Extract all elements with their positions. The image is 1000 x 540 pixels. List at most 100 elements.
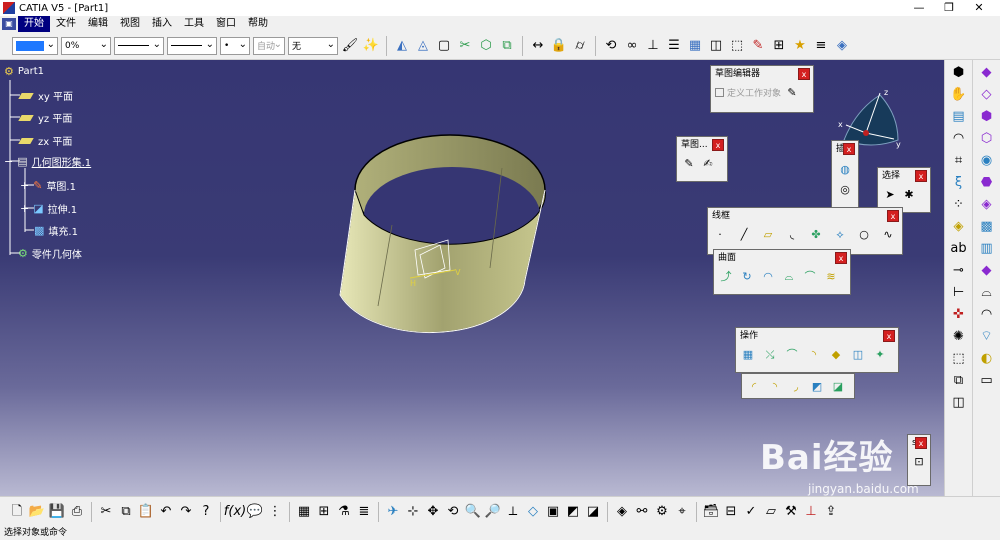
cylinder-icon[interactable]: ⌭: [571, 37, 589, 55]
tree-item-body[interactable]: ⚙ 零件几何体: [18, 246, 82, 261]
collapse-icon[interactable]: −: [4, 155, 13, 168]
circle-icon[interactable]: ○: [856, 226, 872, 242]
panel-title[interactable]: 操作 x: [736, 328, 898, 344]
grid-icon[interactable]: ☰: [665, 37, 683, 55]
apply-icon[interactable]: ✓: [742, 503, 760, 521]
trim-icon[interactable]: ◝: [806, 346, 822, 362]
rtool-camera-icon[interactable]: ◫: [948, 392, 970, 412]
material-icon[interactable]: ◈: [613, 503, 631, 521]
rtool-arc-icon[interactable]: ◠: [948, 128, 970, 148]
rtool-bulb-icon[interactable]: ✺: [948, 326, 970, 346]
measure-icon[interactable]: ✎: [749, 37, 767, 55]
analysis-icon[interactable]: ⚯: [633, 503, 651, 521]
rtool2-slot-icon[interactable]: ◈: [976, 194, 998, 214]
tree-item-zx-plane[interactable]: zx 平面: [18, 133, 72, 148]
rtool-ruler-icon[interactable]: ⊢: [948, 282, 970, 302]
cut-clip-icon[interactable]: ✂: [97, 503, 115, 521]
panel-title[interactable]: 草图... x: [677, 137, 727, 153]
axis-icon[interactable]: ⊥: [644, 37, 662, 55]
rtool2-stiffener-icon[interactable]: ▩: [976, 216, 998, 236]
stack-icon[interactable]: ≡: [812, 37, 830, 55]
tree-item-fill[interactable]: ▩ 填充.1: [34, 223, 78, 238]
expand-icon[interactable]: +: [20, 202, 29, 215]
iso-view-icon[interactable]: ◇: [524, 503, 542, 521]
sketch-position-icon[interactable]: ◬: [414, 37, 432, 55]
select-icon[interactable]: ⬚: [728, 37, 746, 55]
paint-icon[interactable]: 🖌: [341, 37, 359, 55]
select-tools-icon[interactable]: ✱: [901, 186, 917, 202]
close-icon[interactable]: x: [712, 139, 724, 151]
tritangent-icon[interactable]: ◩: [809, 378, 825, 394]
point-select[interactable]: •: [220, 36, 250, 55]
rtool2-shaft-icon[interactable]: ⬢: [976, 106, 998, 126]
split-icon[interactable]: ⤯: [762, 346, 778, 362]
pan-icon[interactable]: ✥: [424, 503, 442, 521]
panel-title[interactable]: 线框 x: [708, 208, 902, 224]
save-icon[interactable]: 💾: [48, 503, 66, 521]
menu-insert[interactable]: 插入: [146, 16, 178, 32]
panel-title[interactable]: 曲面 x: [714, 250, 850, 266]
join-icon[interactable]: ▦: [740, 346, 756, 362]
restore-button[interactable]: ❐: [934, 0, 964, 16]
extrude-surface-icon[interactable]: ⤴: [718, 268, 734, 284]
rtool2-groove-icon[interactable]: ⬡: [976, 128, 998, 148]
close-icon[interactable]: x: [915, 437, 927, 449]
rtool-hand-icon[interactable]: ✋: [948, 84, 970, 104]
update-icon[interactable]: ⋮: [266, 503, 284, 521]
tree-item-yz-plane[interactable]: yz 平面: [18, 110, 72, 125]
tree-item-sketch[interactable]: + ✎ 草图.1: [20, 178, 76, 193]
menu-edit[interactable]: 编辑: [82, 16, 114, 32]
solid-icon[interactable]: ⬡: [477, 37, 495, 55]
whats-this-icon[interactable]: ?: [197, 503, 215, 521]
tree-item-xy-plane[interactable]: xy 平面: [18, 88, 73, 103]
sketch-icon[interactable]: ◭: [393, 37, 411, 55]
menu-help[interactable]: 帮助: [242, 16, 274, 32]
edit-sketch-icon[interactable]: ✎: [784, 84, 800, 100]
menu-file[interactable]: 文件: [50, 16, 82, 32]
rtool2-loft-icon[interactable]: ▥: [976, 238, 998, 258]
fold-icon[interactable]: ⊟: [722, 503, 740, 521]
rtool2-rib-icon[interactable]: ⬣: [976, 172, 998, 192]
rtool2-shell-icon[interactable]: ◐: [976, 348, 998, 368]
zoom-in-icon[interactable]: 🔍: [464, 503, 482, 521]
globe-icon[interactable]: ◍: [837, 161, 853, 177]
panel-title[interactable]: sx: [908, 435, 930, 451]
rect-icon[interactable]: ▢: [435, 37, 453, 55]
rtool-slide-icon[interactable]: ⊸: [948, 260, 970, 280]
sphere-icon[interactable]: ◠: [760, 268, 776, 284]
transform-icon[interactable]: ✦: [872, 346, 888, 362]
rtool-copy-icon[interactable]: ⧉: [948, 370, 970, 390]
doc-menu-icon[interactable]: ▣: [2, 18, 16, 30]
catalog-browser-icon[interactable]: 🗃: [702, 503, 720, 521]
rtool-xn-icon[interactable]: ξ: [948, 172, 970, 192]
panel-title[interactable]: 草图编辑器 x: [711, 66, 813, 82]
fillet-edge-icon[interactable]: ◜: [746, 378, 762, 394]
rtool-parts-icon[interactable]: ✜: [948, 304, 970, 324]
world-icon[interactable]: ◎: [837, 181, 853, 197]
layer-select[interactable]: 无: [288, 36, 338, 55]
sketch-icon[interactable]: ✎: [681, 155, 697, 171]
table-icon[interactable]: ▦: [686, 37, 704, 55]
panel-title[interactable]: 选择 x: [878, 168, 930, 184]
fillet-face-icon[interactable]: ◞: [788, 378, 804, 394]
tree-item-geometric-set[interactable]: − ▤ 几何图形集.1: [4, 154, 91, 169]
rtool2-remove-icon[interactable]: ◆: [976, 260, 998, 280]
linetype-select[interactable]: [114, 36, 164, 55]
box-icon[interactable]: ◫: [707, 37, 725, 55]
swap-space-icon[interactable]: ◪: [584, 503, 602, 521]
close-icon[interactable]: x: [843, 143, 855, 155]
color-select[interactable]: [12, 36, 58, 55]
offset-icon[interactable]: ⟡: [832, 226, 848, 242]
fit-all-icon[interactable]: ⊹: [404, 503, 422, 521]
close-icon[interactable]: x: [798, 68, 810, 80]
link-icon[interactable]: ∞: [623, 37, 641, 55]
tools-icon[interactable]: ⚒: [782, 503, 800, 521]
menu-window[interactable]: 窗口: [210, 16, 242, 32]
rotate-view-icon[interactable]: ⟲: [444, 503, 462, 521]
rtool2-fillet-icon[interactable]: ⌓: [976, 282, 998, 302]
menu-start[interactable]: 开始: [18, 16, 50, 32]
sheet-metal-icon[interactable]: ▱: [762, 503, 780, 521]
normal-view-icon[interactable]: ⟂: [504, 503, 522, 521]
point-icon[interactable]: ·: [712, 226, 728, 242]
transparency-select[interactable]: 0%: [61, 36, 111, 55]
